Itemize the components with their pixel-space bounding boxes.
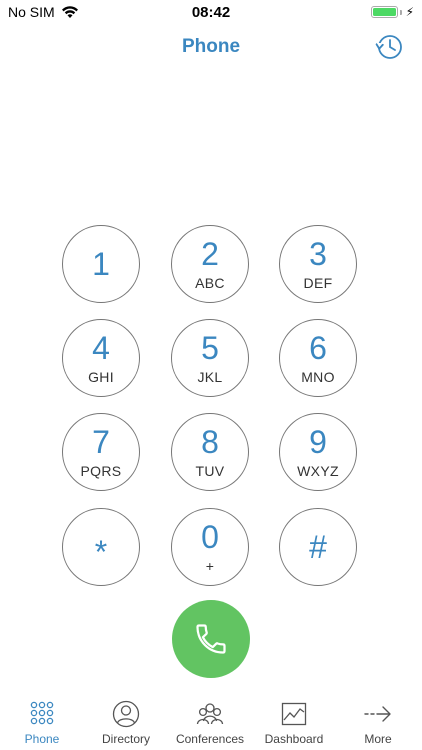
key-4[interactable]: 4 GHI [62, 319, 140, 397]
key-letters: GHI [88, 369, 114, 385]
key-digit: 8 [201, 424, 219, 460]
page-title: Phone [181, 36, 241, 57]
tab-label: Directory [101, 732, 150, 746]
key-letters: + [205, 558, 215, 574]
key-digit: 9 [309, 424, 327, 460]
tab-dashboard[interactable]: Dashboard [252, 698, 336, 750]
key-5[interactable]: 5 JKL [171, 319, 249, 397]
key-digit: * [94, 534, 108, 570]
key-letters: WXYZ [297, 463, 339, 479]
tab-label: Dashboard [264, 732, 324, 746]
key-digit: 5 [201, 330, 219, 366]
key-hash[interactable]: # [279, 508, 357, 586]
key-star[interactable]: * [62, 508, 140, 586]
tab-directory[interactable]: Directory [84, 698, 168, 750]
key-2[interactable]: 2 ABC [171, 225, 249, 303]
arrow-right-icon [364, 706, 391, 722]
phone-handset-icon [196, 624, 226, 654]
key-letters: PQRS [80, 463, 122, 479]
key-digit: 2 [201, 236, 219, 272]
key-7[interactable]: 7 PQRS [62, 413, 140, 491]
keypad-grid-icon [30, 701, 54, 725]
key-digit: 4 [92, 330, 110, 366]
key-6[interactable]: 6 MNO [279, 319, 357, 397]
tab-more[interactable]: More [336, 698, 420, 750]
key-8[interactable]: 8 TUV [171, 413, 249, 491]
battery-icon: ⚡ [370, 5, 414, 19]
tab-bar: Phone Directory Conferences Dashboard Mo… [0, 698, 422, 750]
key-letters: MNO [301, 369, 335, 385]
history-icon[interactable] [374, 32, 404, 62]
key-digit: 3 [309, 236, 327, 272]
key-0[interactable]: 0 + [171, 508, 249, 586]
person-icon [112, 700, 140, 728]
call-button[interactable] [172, 600, 250, 678]
key-1[interactable]: 1 [62, 225, 140, 303]
key-letters: TUV [195, 463, 225, 479]
status-bar: No SIM 08:42 ⚡ [0, 0, 422, 24]
charging-icon: ⚡ [405, 5, 414, 19]
tab-phone[interactable]: Phone [0, 698, 84, 750]
key-digit: # [309, 529, 327, 565]
key-digit: 1 [92, 246, 110, 282]
tab-label: Phone [24, 732, 60, 746]
key-digit: 6 [309, 330, 327, 366]
dial-pad: 1 2 ABC 3 DEF 4 GHI 5 JKL 6 MNO 7 PQRS 8… [62, 225, 360, 587]
tab-conferences[interactable]: Conferences [168, 698, 252, 750]
key-letters: JKL [197, 369, 223, 385]
key-digit: 7 [92, 424, 110, 460]
tab-label: More [364, 732, 392, 746]
key-3[interactable]: 3 DEF [279, 225, 357, 303]
status-time: 08:42 [191, 4, 231, 21]
group-icon [196, 703, 224, 725]
key-letters: ABC [195, 275, 225, 291]
key-9[interactable]: 9 WXYZ [279, 413, 357, 491]
tab-label: Conferences [175, 732, 245, 746]
key-letters: DEF [303, 275, 333, 291]
chart-icon [281, 702, 307, 726]
key-digit: 0 [201, 519, 219, 555]
